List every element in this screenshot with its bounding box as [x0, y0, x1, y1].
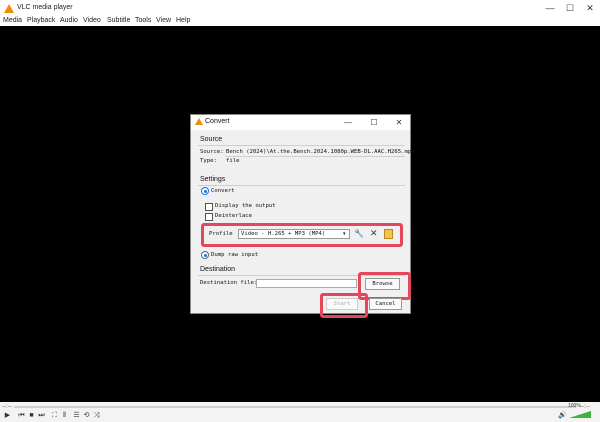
deinterlace-checkbox[interactable]	[205, 213, 213, 221]
menu-help[interactable]: Help	[176, 17, 190, 24]
maximize-button[interactable]: ☐	[560, 0, 580, 17]
dump-raw-label: Dump raw input	[211, 252, 259, 258]
browse-button[interactable]: Browse	[365, 278, 400, 290]
cancel-button[interactable]: Cancel	[369, 298, 402, 310]
menu-tools[interactable]: Tools	[135, 17, 151, 24]
menu-subtitle[interactable]: Subtitle	[107, 17, 130, 24]
divider	[198, 185, 405, 186]
source-path: Bench (2024)\At.the.Bench.2024.1080p.WEB…	[226, 149, 415, 155]
previous-icon[interactable]: ⏮	[17, 411, 26, 420]
elapsed-time: --:--	[2, 404, 12, 410]
destination-file-input[interactable]	[256, 279, 357, 288]
playback-controls: --:-- --:-- ▶ ⏮ ■ ⏭ ⛶ ⦀ ☰ ⟲ ⤨ 🔊	[0, 402, 600, 422]
display-output-label: Display the output	[215, 203, 276, 209]
wrench-icon[interactable]: 🔧	[354, 229, 364, 238]
fullscreen-icon[interactable]: ⛶	[50, 411, 59, 420]
menu-audio[interactable]: Audio	[60, 17, 78, 24]
dialog-maximize-button[interactable]: ☐	[365, 115, 383, 130]
volume-slider[interactable]	[569, 411, 591, 418]
playlist-icon[interactable]: ☰	[72, 411, 81, 420]
dialog-minimize-button[interactable]: —	[339, 115, 357, 130]
minimize-button[interactable]: —	[540, 0, 560, 17]
stop-icon[interactable]: ■	[27, 411, 36, 420]
menu-view[interactable]: View	[156, 17, 171, 24]
profile-value: Video - H.265 + MP3 (MP4)	[241, 231, 326, 237]
type-value: file	[226, 158, 240, 164]
new-profile-icon[interactable]	[384, 229, 393, 239]
convert-dialog: Convert — ☐ ✕ Source Source: Bench (2024…	[190, 114, 415, 318]
destination-file-label: Destination file:	[200, 280, 258, 286]
menu-video[interactable]: Video	[83, 17, 101, 24]
type-label: Type:	[200, 158, 217, 164]
dialog-title-bar: Convert — ☐ ✕	[191, 115, 410, 130]
convert-label: Convert	[211, 188, 235, 194]
volume-percent: 100%	[568, 403, 581, 409]
window-title: VLC media player	[17, 4, 73, 11]
close-button[interactable]: ✕	[580, 0, 600, 17]
play-icon[interactable]: ▶	[3, 411, 12, 420]
seek-bar[interactable]	[14, 406, 576, 408]
total-time: --:--	[580, 404, 590, 410]
dialog-title: Convert	[205, 118, 230, 125]
next-icon[interactable]: ⏭	[37, 411, 46, 420]
delete-profile-icon[interactable]: ✕	[370, 228, 378, 239]
vlc-cone-icon	[4, 4, 14, 13]
display-output-checkbox[interactable]	[205, 203, 213, 211]
destination-heading: Destination	[200, 266, 236, 273]
convert-radio[interactable]	[201, 187, 209, 195]
shuffle-icon[interactable]: ⤨	[92, 411, 101, 420]
dump-raw-radio[interactable]	[201, 251, 209, 259]
dropdown-arrow-icon: ▾	[343, 231, 346, 237]
menu-playback[interactable]: Playback	[27, 17, 55, 24]
source-underline	[225, 156, 405, 157]
start-button[interactable]: Start	[326, 298, 358, 310]
profile-select[interactable]: Video - H.265 + MP3 (MP4) ▾	[238, 229, 350, 239]
source-heading: Source	[200, 136, 223, 143]
dialog-close-button[interactable]: ✕	[390, 115, 408, 130]
vlc-cone-icon	[195, 118, 203, 125]
deinterlace-label: Deinterlace	[215, 213, 253, 219]
volume-icon[interactable]: 🔊	[558, 411, 567, 420]
settings-heading: Settings	[200, 176, 226, 183]
source-label: Source:	[200, 149, 224, 155]
extended-settings-icon[interactable]: ⦀	[60, 411, 69, 420]
menu-media[interactable]: Media	[3, 17, 22, 24]
loop-icon[interactable]: ⟲	[82, 411, 91, 420]
profile-label: Profile	[209, 231, 233, 237]
divider	[198, 145, 405, 146]
title-bar: VLC media player — ☐ ✕	[0, 0, 600, 17]
